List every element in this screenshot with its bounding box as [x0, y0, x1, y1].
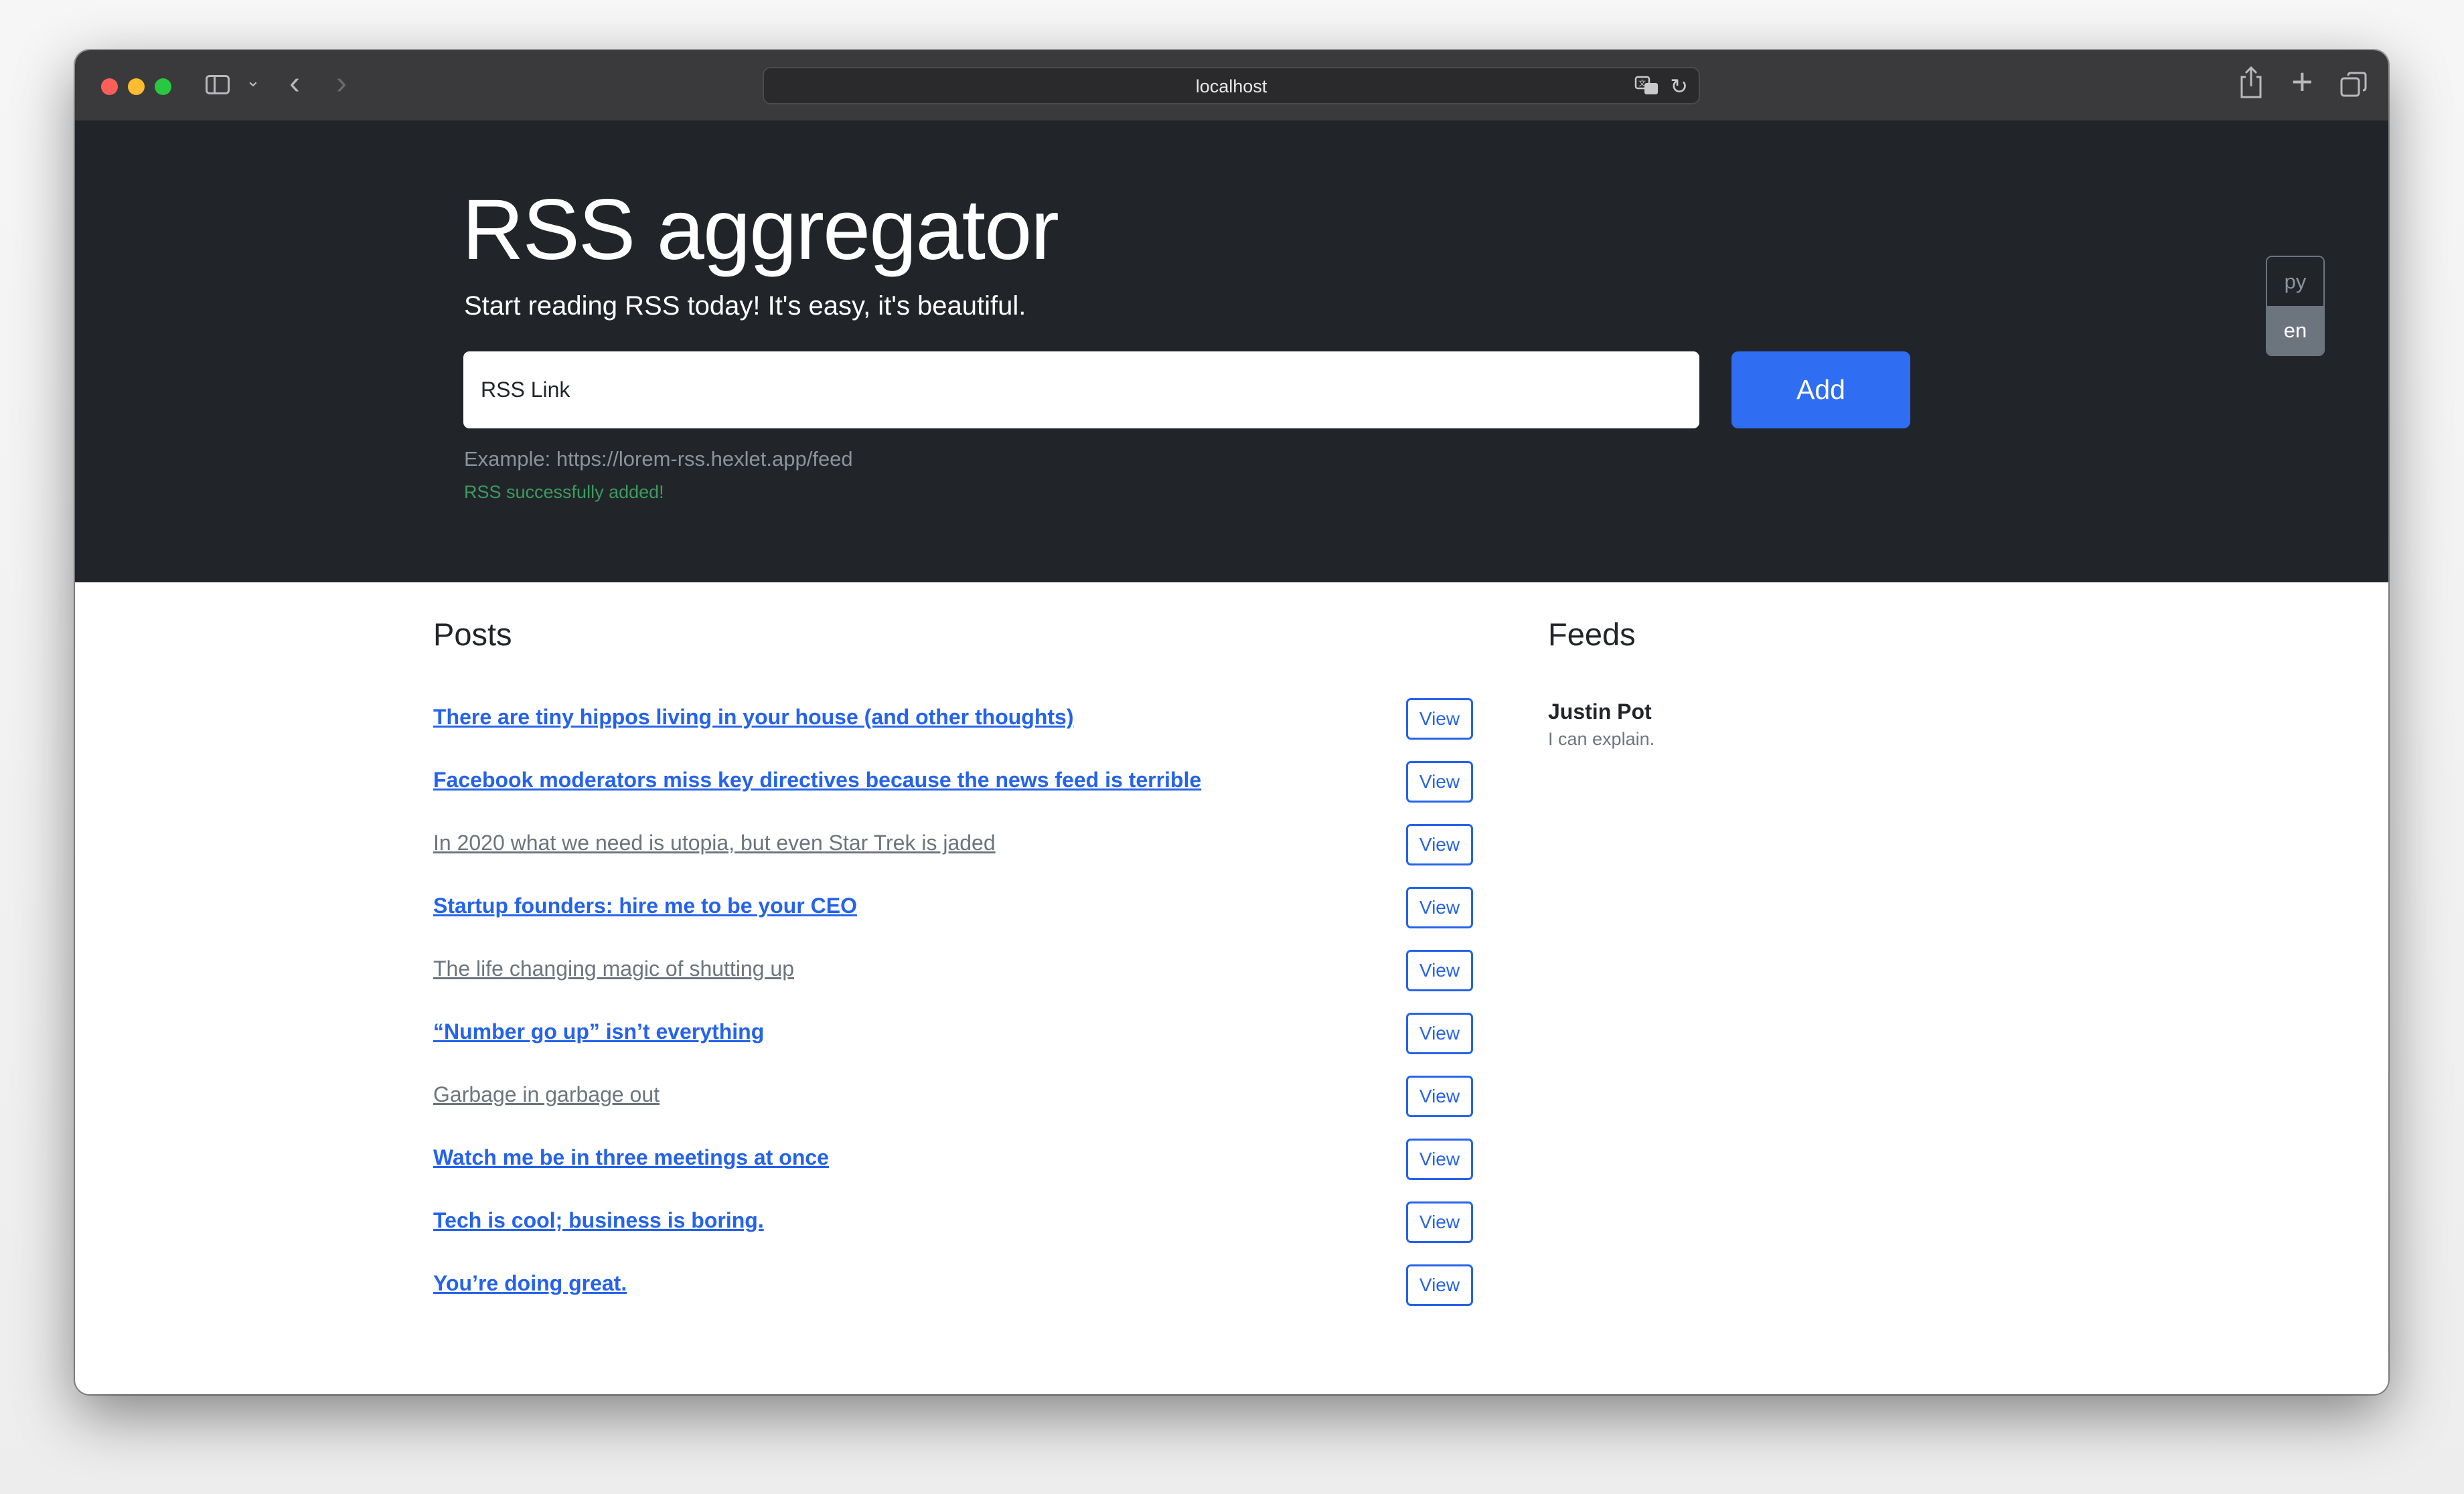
posts-heading: Posts [433, 616, 512, 652]
post-row: Startup founders: hire me to be your CEO… [433, 887, 1549, 928]
view-post-button[interactable]: View [1406, 1139, 1473, 1180]
post-link[interactable]: You’re doing great. [433, 1271, 627, 1296]
view-post-button[interactable]: View [1406, 698, 1473, 740]
svg-text:文: 文 [1638, 78, 1646, 88]
view-post-button[interactable]: View [1406, 761, 1473, 803]
post-row: “Number go up” isn’t everything View [433, 1013, 1549, 1054]
post-row: Tech is cool; business is boring. View [433, 1201, 1549, 1243]
page-lead: Start reading RSS today! It's easy, it's… [464, 291, 1026, 321]
address-bar[interactable]: localhost 文 ↻ [763, 67, 1700, 104]
example-hint: Example: https://lorem-rss.hexlet.app/fe… [464, 447, 853, 471]
view-post-button[interactable]: View [1406, 824, 1473, 865]
rss-url-input[interactable] [463, 351, 1699, 428]
view-post-button[interactable]: View [1406, 1201, 1473, 1243]
post-link[interactable]: Startup founders: hire me to be your CEO [433, 894, 857, 918]
translate-icon[interactable]: 文 [1634, 75, 1660, 96]
post-link[interactable]: Watch me be in three meetings at once [433, 1145, 829, 1170]
post-link[interactable]: “Number go up” isn’t everything [433, 1019, 764, 1044]
browser-toolbar: ⌄ ‹ › localhost 文 ↻ + [75, 50, 2388, 122]
language-ru-button[interactable]: py [2267, 257, 2323, 306]
new-tab-icon[interactable]: + [2291, 60, 2313, 103]
sidebar-toggle-icon[interactable] [206, 75, 230, 94]
post-row: In 2020 what we need is utopia, but even… [433, 824, 1549, 865]
back-arrow-icon[interactable]: ‹ [289, 65, 300, 102]
feed-description: I can explain. [1548, 729, 1655, 749]
add-feed-button[interactable]: Add [1731, 351, 1910, 428]
post-row: The life changing magic of shutting up Vi… [433, 950, 1549, 991]
view-post-button[interactable]: View [1406, 887, 1473, 928]
post-link[interactable]: The life changing magic of shutting up [433, 957, 794, 981]
post-link[interactable]: Tech is cool; business is boring. [433, 1208, 764, 1233]
chevron-down-icon[interactable]: ⌄ [246, 70, 260, 91]
view-post-button[interactable]: View [1406, 1013, 1473, 1054]
feed-title: Justin Pot [1548, 699, 1652, 724]
post-link[interactable]: Garbage in garbage out [433, 1082, 660, 1107]
post-link[interactable]: In 2020 what we need is utopia, but even… [433, 831, 996, 855]
forward-arrow-icon[interactable]: › [336, 65, 347, 102]
minimize-window-button[interactable] [128, 78, 145, 95]
share-icon[interactable] [2238, 65, 2264, 100]
post-row: Garbage in garbage out View [433, 1076, 1549, 1117]
post-row: There are tiny hippos living in your hou… [433, 698, 1549, 740]
close-window-button[interactable] [101, 78, 118, 95]
success-feedback: RSS successfully added! [464, 482, 664, 502]
reload-icon[interactable]: ↻ [1670, 74, 1688, 99]
view-post-button[interactable]: View [1406, 950, 1473, 991]
url-text: localhost [1195, 76, 1267, 96]
post-row: You’re doing great. View [433, 1264, 1549, 1306]
language-switcher: py en [2266, 256, 2325, 356]
zoom-window-button[interactable] [155, 78, 171, 95]
tab-overview-icon[interactable] [2340, 72, 2367, 98]
post-row: Facebook moderators miss key directives … [433, 761, 1549, 803]
view-post-button[interactable]: View [1406, 1264, 1473, 1306]
view-post-button[interactable]: View [1406, 1076, 1473, 1117]
language-en-button[interactable]: en [2267, 306, 2323, 355]
post-row: Watch me be in three meetings at once Vie… [433, 1139, 1549, 1180]
page-title: RSS aggregator [462, 182, 1059, 278]
hero-section: RSS aggregator Start reading RSS today! … [75, 120, 2388, 582]
post-link[interactable]: Facebook moderators miss key directives … [433, 768, 1201, 793]
browser-window: ⌄ ‹ › localhost 文 ↻ + RSS aggregator Sta… [75, 50, 2388, 1394]
feeds-heading: Feeds [1548, 616, 1636, 652]
post-link[interactable]: There are tiny hippos living in your hou… [433, 705, 1073, 730]
